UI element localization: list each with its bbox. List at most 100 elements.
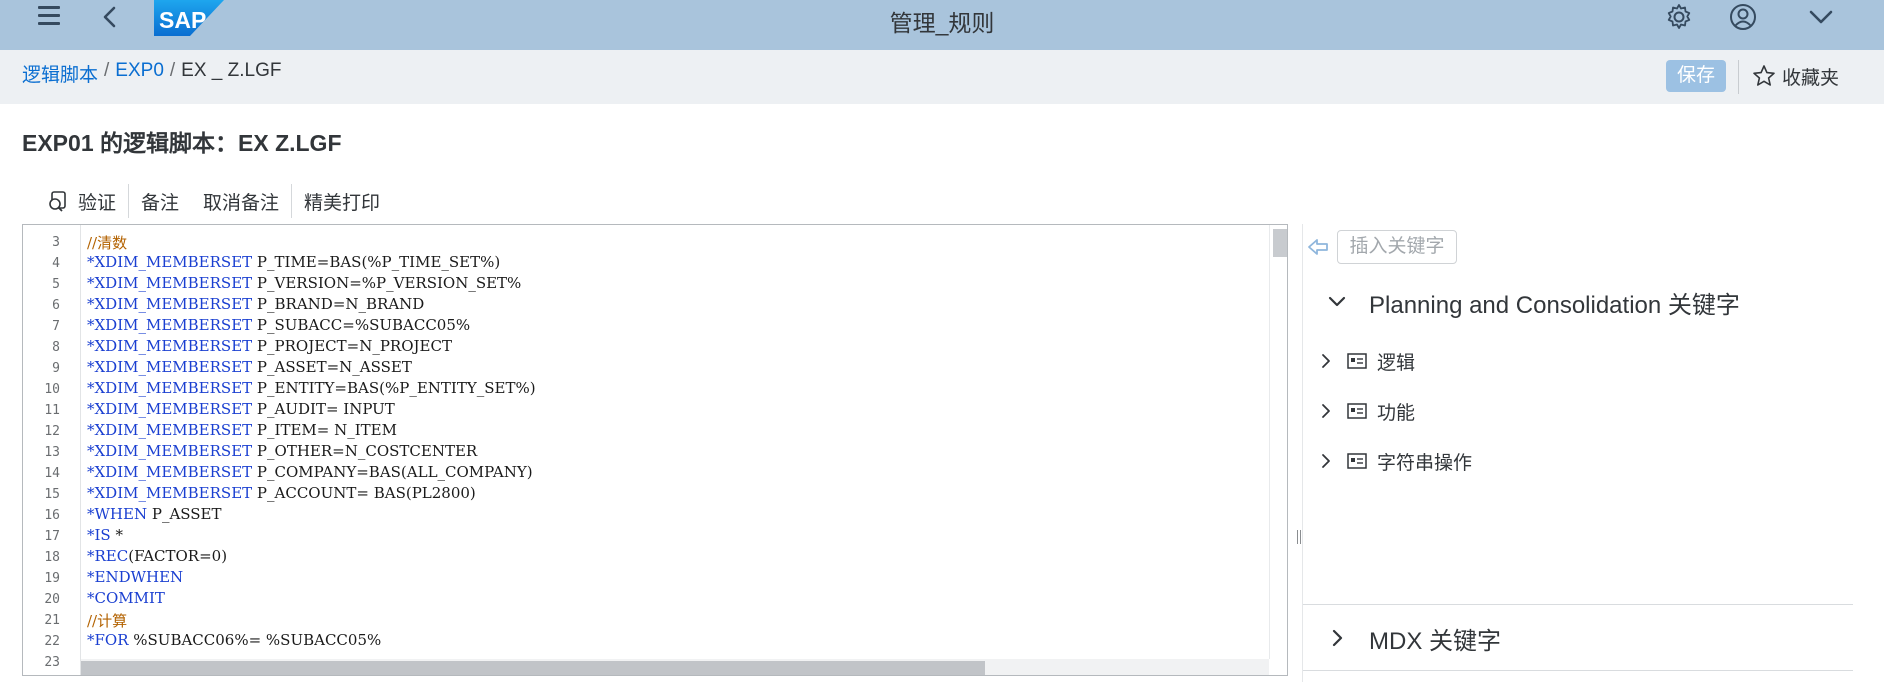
code-text: (FACTOR=0) [128, 547, 228, 565]
code-keyword: *XDIM_MEMBERSET [87, 358, 253, 376]
horizontal-scroll-thumb[interactable] [81, 661, 985, 675]
chevron-right-icon [1332, 629, 1343, 647]
breadcrumb-item-model[interactable]: EXP0 [115, 60, 164, 87]
code-text: P_OTHER=N_COSTCENTER [252, 442, 478, 460]
sap-logo-text: SAP [159, 7, 206, 33]
code-comment: //清数 [87, 234, 128, 252]
code-text: P_TIME=BAS(%P_TIME_SET%) [252, 253, 501, 271]
line-number: 15 [44, 487, 60, 502]
collapse-panel-icon[interactable] [1307, 236, 1329, 258]
chevron-down-icon[interactable] [1806, 4, 1836, 30]
breadcrumb: 逻辑脚本 / EXP0 / EX _ Z.LGF [22, 60, 281, 87]
line-number: 18 [44, 550, 60, 565]
code-line: *XDIM_MEMBERSET P_SUBACC=%SUBACC05% [87, 316, 470, 334]
chevron-right-icon [1322, 354, 1330, 368]
line-number: 21 [44, 613, 60, 628]
code-text: P_ASSET [147, 505, 222, 523]
code-line: *FOR %SUBACC06%= %SUBACC05% [87, 631, 381, 649]
validate-button[interactable]: 验证 [34, 184, 128, 218]
code-keyword: *ENDWHEN [87, 568, 184, 586]
code-text: P_ACCOUNT= BAS(PL2800) [252, 484, 476, 502]
line-number: 19 [44, 571, 60, 586]
code-line: *COMMIT [87, 589, 165, 607]
line-number: 13 [44, 445, 60, 460]
chevron-right-icon [1322, 404, 1330, 418]
app-title: 管理_规则 [889, 10, 995, 36]
editor-toolbar: 验证 备注 取消备注 精美打印 [34, 184, 392, 218]
tree-item-label: 逻辑 [1377, 352, 1416, 374]
uncomment-button[interactable]: 取消备注 [191, 184, 291, 218]
code-keyword: *COMMIT [87, 589, 165, 607]
code-line: //计算 [87, 610, 127, 631]
line-number: 14 [44, 466, 60, 481]
line-number: 6 [52, 298, 60, 313]
breadcrumb-item-logic-script[interactable]: 逻辑脚本 [22, 60, 98, 87]
section-divider [1303, 670, 1853, 671]
validate-label: 验证 [78, 192, 117, 214]
line-number: 17 [44, 529, 60, 544]
code-text: P_VERSION=%P_VERSION_SET% [252, 274, 522, 292]
horizontal-scrollbar[interactable] [81, 659, 1269, 675]
vertical-scroll-thumb[interactable] [1273, 229, 1287, 257]
line-number: 20 [44, 592, 60, 607]
code-line: *XDIM_MEMBERSET P_TIME=BAS(%P_TIME_SET%) [87, 253, 500, 271]
code-line: *XDIM_MEMBERSET P_BRAND=N_BRAND [87, 295, 424, 313]
code-keyword: *IS [87, 526, 111, 544]
page-title: EXP01 的逻辑脚本：EX Z.LGF [22, 130, 342, 156]
code-keyword: *XDIM_MEMBERSET [87, 274, 253, 292]
line-number: 23 [44, 655, 60, 670]
line-number: 8 [52, 340, 60, 355]
save-button[interactable]: 保存 [1666, 60, 1726, 92]
keyword-panel: 插入关键字 Planning and Consolidation 关键字 逻辑 … [1302, 224, 1853, 682]
code-keyword: *XDIM_MEMBERSET [87, 337, 253, 355]
hamburger-menu-icon[interactable] [30, 4, 66, 32]
code-line: *XDIM_MEMBERSET P_ASSET=N_ASSET [87, 358, 412, 376]
code-keyword: *XDIM_MEMBERSET [87, 295, 253, 313]
gear-icon[interactable] [1664, 2, 1694, 32]
code-line: *IS * [87, 526, 123, 544]
code-text: P_SUBACC=%SUBACC05% [252, 316, 471, 334]
code-editor[interactable]: 3 4 5 6 7 8 9 10 11 12 13 14 15 16 17 18 19 20 21 22 23 //清数… [22, 224, 1288, 676]
line-number: 12 [44, 424, 60, 439]
code-line: *ENDWHEN [87, 568, 183, 586]
code-text: P_PROJECT=N_PROJECT [252, 337, 452, 355]
tree-item-string-ops[interactable]: 字符串操作 [1317, 446, 1472, 476]
section-divider [1303, 604, 1853, 605]
validate-icon [49, 191, 66, 212]
user-avatar-icon[interactable] [1728, 2, 1758, 32]
line-number: 9 [52, 361, 60, 376]
folder-card-icon [1347, 453, 1367, 469]
code-keyword: *WHEN [87, 505, 148, 523]
section-mdx-label: MDX 关键字 [1369, 627, 1501, 655]
code-keyword: *REC [87, 547, 129, 565]
breadcrumb-bar: 逻辑脚本 / EXP0 / EX _ Z.LGF 保存 收藏夹 [0, 50, 1884, 104]
code-text: * [110, 526, 123, 544]
tree-item-logic[interactable]: 逻辑 [1317, 346, 1415, 376]
comment-button[interactable]: 备注 [129, 184, 191, 218]
section-mdx-keywords[interactable]: MDX 关键字 [1303, 618, 1501, 658]
code-line: *XDIM_MEMBERSET P_ITEM= N_ITEM [87, 421, 397, 439]
insert-keyword-button[interactable]: 插入关键字 [1337, 230, 1457, 264]
favorites-button[interactable]: 收藏夹 [1752, 60, 1839, 92]
code-text: P_ENTITY=BAS(%P_ENTITY_SET%) [252, 379, 536, 397]
line-number: 22 [44, 634, 60, 649]
section-bpc-keywords[interactable]: Planning and Consolidation 关键字 [1303, 282, 1740, 322]
line-number: 5 [52, 277, 60, 292]
chevron-right-icon [1322, 454, 1330, 468]
code-line: *XDIM_MEMBERSET P_ACCOUNT= BAS(PL2800) [87, 484, 476, 502]
chevron-down-icon [1328, 296, 1346, 307]
pretty-print-button[interactable]: 精美打印 [292, 184, 392, 218]
star-icon [1753, 65, 1775, 86]
code-text: %SUBACC06%= %SUBACC05% [128, 631, 382, 649]
line-number: 4 [52, 256, 60, 271]
tree-item-functions[interactable]: 功能 [1317, 396, 1415, 426]
code-keyword: *XDIM_MEMBERSET [87, 379, 253, 397]
vertical-scrollbar[interactable] [1269, 225, 1287, 659]
code-keyword: *XDIM_MEMBERSET [87, 421, 253, 439]
sap-logo[interactable]: SAP [154, 0, 224, 36]
code-keyword: *FOR [87, 631, 129, 649]
back-arrow-icon[interactable] [96, 2, 124, 32]
shell-bar: SAP 管理_规则 [0, 0, 1884, 50]
folder-card-icon [1347, 403, 1367, 419]
favorites-label: 收藏夹 [1782, 67, 1840, 89]
